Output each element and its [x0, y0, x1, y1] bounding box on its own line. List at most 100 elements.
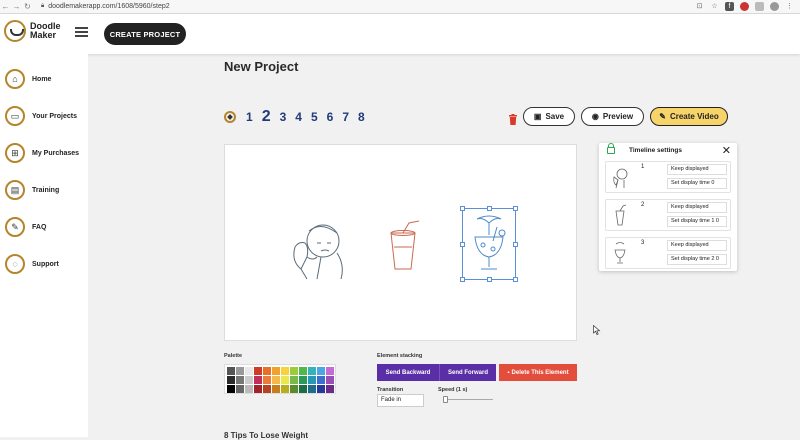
create-project-button[interactable]: CREATE PROJECT — [104, 23, 186, 45]
step-4[interactable]: 4 — [295, 110, 302, 124]
speed-slider-handle[interactable] — [442, 396, 448, 403]
lock-icon[interactable] — [607, 143, 615, 154]
color-swatch[interactable] — [290, 367, 298, 375]
extension-icon[interactable] — [755, 2, 764, 11]
color-swatch[interactable] — [272, 376, 280, 384]
color-swatch[interactable] — [227, 385, 235, 393]
back-icon[interactable]: ← — [0, 2, 11, 11]
keep-displayed-field[interactable]: Keep displayed — [667, 202, 727, 213]
color-swatch[interactable] — [308, 367, 316, 375]
color-swatch[interactable] — [236, 367, 244, 375]
step-8[interactable]: 8 — [358, 110, 365, 124]
color-swatch[interactable] — [263, 367, 271, 375]
color-swatch[interactable] — [263, 376, 271, 384]
settings-step-icon[interactable] — [224, 111, 236, 123]
color-swatch[interactable] — [290, 385, 298, 393]
delete-element-button[interactable]: ▪ Delete This Element — [499, 364, 577, 381]
profile-icon[interactable] — [770, 2, 779, 11]
scene-canvas[interactable] — [224, 144, 577, 341]
step-1[interactable]: 1 — [246, 110, 253, 124]
timeline-row[interactable]: 3 Keep displayed Set display time 2 0 — [605, 237, 731, 269]
color-swatch[interactable] — [326, 385, 334, 393]
sidebar-item-training[interactable]: ▤ Training — [5, 179, 59, 201]
translate-icon[interactable]: ⊡ — [695, 2, 704, 11]
sidebar-item-faq[interactable]: ✎ FAQ — [5, 216, 46, 238]
keep-displayed-field[interactable]: Keep displayed — [667, 164, 727, 175]
display-time-field[interactable]: Set display time 1 0 — [667, 216, 727, 227]
sidebar-item-home[interactable]: ⌂ Home — [5, 68, 51, 90]
color-swatch[interactable] — [299, 367, 307, 375]
color-swatch[interactable] — [236, 385, 244, 393]
step-7[interactable]: 7 — [342, 110, 349, 124]
color-swatch[interactable] — [245, 376, 253, 384]
resize-handle[interactable] — [487, 206, 492, 211]
color-swatch[interactable] — [245, 367, 253, 375]
send-forward-button[interactable]: Send Forward — [439, 364, 496, 381]
color-swatch[interactable] — [317, 367, 325, 375]
forward-icon[interactable]: → — [11, 2, 22, 11]
timeline-row[interactable]: 2 Keep displayed Set display time 1 0 — [605, 199, 731, 231]
resize-handle[interactable] — [513, 242, 518, 247]
preview-button[interactable]: ◉ Preview — [581, 107, 644, 126]
color-swatch[interactable] — [254, 376, 262, 384]
drink-glass-doodle[interactable] — [385, 219, 421, 273]
selection-box[interactable] — [460, 206, 518, 282]
extension-icon[interactable] — [740, 2, 749, 11]
step-6[interactable]: 6 — [327, 110, 334, 124]
sidebar-item-support[interactable]: ◌ Support — [5, 253, 59, 275]
display-time-field[interactable]: Set display time 2 0 — [667, 254, 727, 265]
step-3[interactable]: 3 — [280, 110, 287, 124]
hamburger-menu-icon[interactable] — [75, 27, 88, 37]
color-swatch[interactable] — [308, 385, 316, 393]
color-swatch[interactable] — [299, 385, 307, 393]
timeline-row[interactable]: 1 Keep displayed Set display time 0 — [605, 161, 731, 193]
step-2[interactable]: 2 — [262, 108, 271, 126]
keep-displayed-field[interactable]: Keep displayed — [667, 240, 727, 251]
color-swatch[interactable] — [254, 367, 262, 375]
resize-handle[interactable] — [513, 277, 518, 282]
sidebar-item-my-purchases[interactable]: ⊞ My Purchases — [5, 142, 79, 164]
save-button[interactable]: ▣ Save — [523, 107, 575, 126]
color-swatch[interactable] — [254, 385, 262, 393]
color-swatch[interactable] — [272, 367, 280, 375]
sidebar-item-your-projects[interactable]: ▭ Your Projects — [5, 105, 77, 127]
color-swatch[interactable] — [281, 385, 289, 393]
color-swatch[interactable] — [272, 385, 280, 393]
close-icon[interactable]: ✕ — [722, 144, 731, 157]
resize-handle[interactable] — [460, 206, 465, 211]
send-backward-button[interactable]: Send Backward — [377, 364, 439, 381]
color-swatch[interactable] — [227, 367, 235, 375]
step-navigation: 1 2 3 4 5 6 7 8 — [224, 108, 374, 126]
color-swatch[interactable] — [236, 376, 244, 384]
color-swatch[interactable] — [281, 367, 289, 375]
color-swatch[interactable] — [290, 376, 298, 384]
reload-icon[interactable]: ↻ — [22, 2, 33, 11]
color-swatch[interactable] — [263, 385, 271, 393]
color-swatch[interactable] — [308, 376, 316, 384]
resize-handle[interactable] — [460, 242, 465, 247]
logo[interactable]: Doodle Maker — [4, 20, 61, 42]
star-icon[interactable]: ☆ — [710, 2, 719, 11]
resize-handle[interactable] — [513, 206, 518, 211]
color-swatch[interactable] — [281, 376, 289, 384]
color-swatch[interactable] — [317, 376, 325, 384]
create-video-button[interactable]: ✎ Create Video — [650, 107, 728, 126]
menu-dots-icon[interactable]: ⋮ — [785, 2, 794, 11]
display-time-field[interactable]: Set display time 0 — [667, 178, 727, 189]
step-5[interactable]: 5 — [311, 110, 318, 124]
color-swatch[interactable] — [317, 385, 325, 393]
color-swatch[interactable] — [326, 367, 334, 375]
address-bar[interactable]: doodlemakerapp.com/1608/5960/step2 — [48, 3, 169, 10]
color-swatch[interactable] — [227, 376, 235, 384]
trash-icon[interactable] — [508, 114, 518, 125]
speed-slider-track[interactable] — [443, 399, 493, 400]
color-swatch[interactable] — [299, 376, 307, 384]
transition-select[interactable]: Fade in — [377, 394, 424, 407]
thinking-man-doodle[interactable] — [287, 217, 347, 281]
facebook-icon[interactable]: f — [725, 2, 734, 11]
cocktail-doodle[interactable] — [471, 215, 509, 273]
resize-handle[interactable] — [487, 277, 492, 282]
color-swatch[interactable] — [326, 376, 334, 384]
color-swatch[interactable] — [245, 385, 253, 393]
resize-handle[interactable] — [460, 277, 465, 282]
